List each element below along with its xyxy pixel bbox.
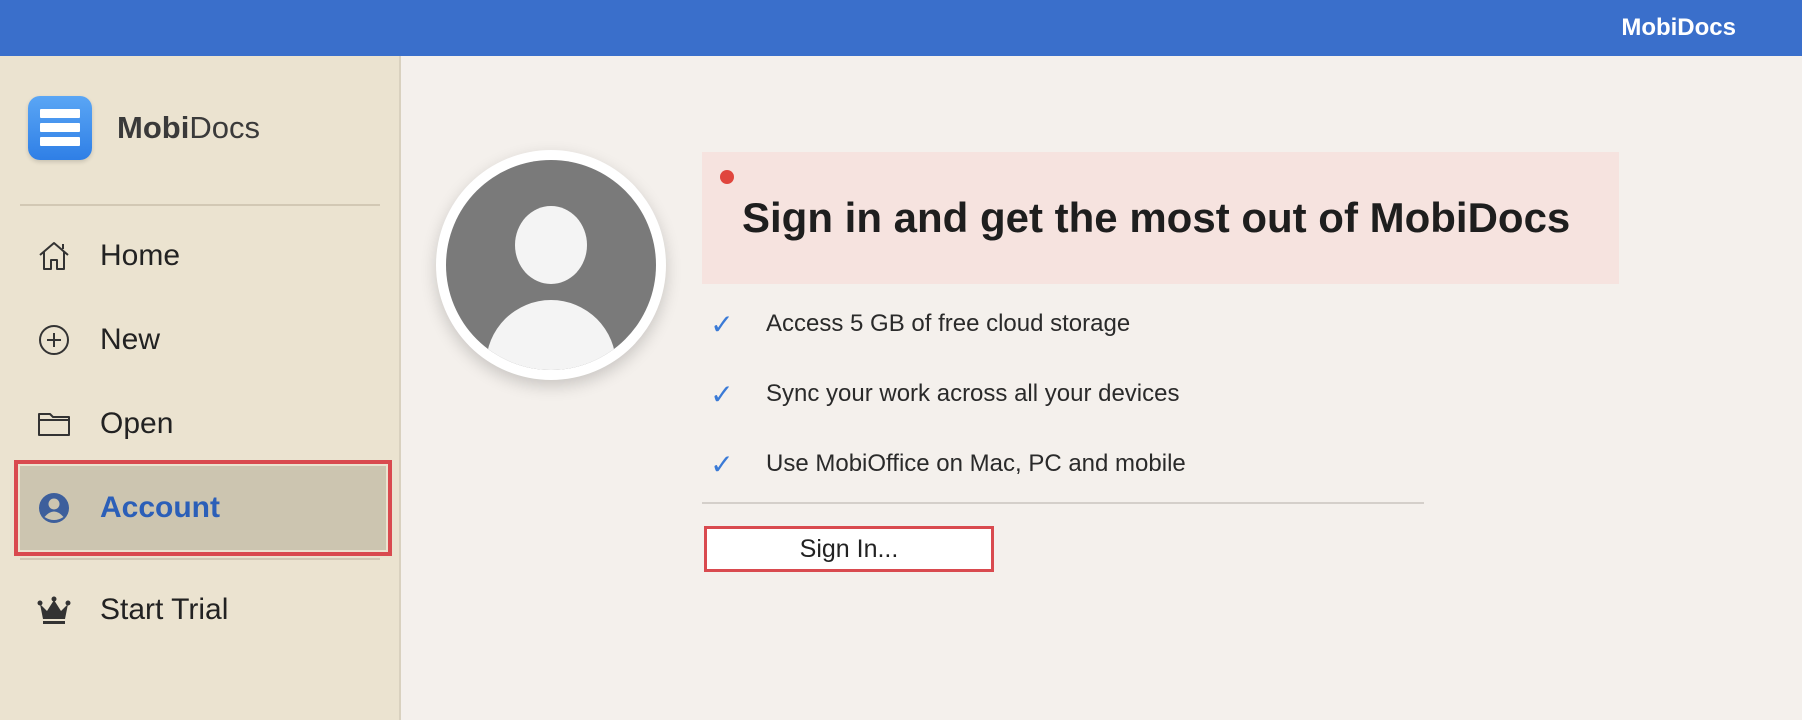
content-divider bbox=[702, 502, 1424, 504]
feature-text: Sync your work across all your devices bbox=[766, 380, 1180, 407]
sidebar-item-label: Start Trial bbox=[100, 593, 229, 626]
sidebar-divider bbox=[20, 558, 380, 560]
sidebar-item-label: Account bbox=[100, 491, 220, 524]
brand-name-regular: Docs bbox=[189, 110, 260, 145]
crown-icon bbox=[36, 592, 72, 628]
folder-icon bbox=[36, 406, 72, 442]
plus-circle-icon bbox=[36, 322, 72, 358]
brand-name-bold: Mobi bbox=[117, 110, 190, 145]
check-icon: ✓ bbox=[710, 448, 734, 480]
sidebar-item-account[interactable]: Account bbox=[14, 460, 392, 556]
sidebar-item-label: New bbox=[100, 323, 161, 356]
sidebar: MobiDocs Home New Open Account Start Tri… bbox=[0, 56, 401, 720]
document-lines-icon bbox=[28, 96, 92, 160]
user-circle-icon bbox=[36, 490, 72, 526]
sidebar-divider bbox=[20, 204, 380, 206]
sidebar-item-home[interactable]: Home bbox=[20, 214, 386, 298]
check-icon: ✓ bbox=[710, 378, 734, 410]
feature-item: ✓ Access 5 GB of free cloud storage bbox=[702, 304, 1130, 344]
feature-text: Use MobiOffice on Mac, PC and mobile bbox=[766, 450, 1186, 477]
brand: MobiDocs bbox=[28, 96, 260, 160]
sign-in-button[interactable]: Sign In... bbox=[704, 526, 994, 572]
sidebar-item-start-trial[interactable]: Start Trial bbox=[20, 568, 386, 652]
feature-item: ✓ Use MobiOffice on Mac, PC and mobile bbox=[702, 444, 1186, 484]
title-bar: MobiDocs bbox=[0, 0, 1802, 56]
home-icon bbox=[36, 238, 72, 274]
brand-name: MobiDocs bbox=[117, 110, 260, 146]
sidebar-item-open[interactable]: Open bbox=[20, 382, 386, 466]
feature-text: Access 5 GB of free cloud storage bbox=[766, 310, 1131, 337]
sidebar-item-new[interactable]: New bbox=[20, 298, 386, 382]
notification-dot bbox=[720, 170, 734, 184]
window-title: MobiDocs bbox=[1621, 14, 1736, 41]
feature-item: ✓ Sync your work across all your devices bbox=[702, 374, 1179, 414]
check-icon: ✓ bbox=[710, 308, 734, 340]
sign-in-banner: Sign in and get the most out of MobiDocs bbox=[702, 152, 1619, 284]
sidebar-item-label: Open bbox=[100, 407, 174, 440]
user-avatar-icon bbox=[436, 150, 666, 380]
banner-title: Sign in and get the most out of MobiDocs bbox=[742, 194, 1571, 241]
sidebar-item-label: Home bbox=[100, 239, 181, 272]
